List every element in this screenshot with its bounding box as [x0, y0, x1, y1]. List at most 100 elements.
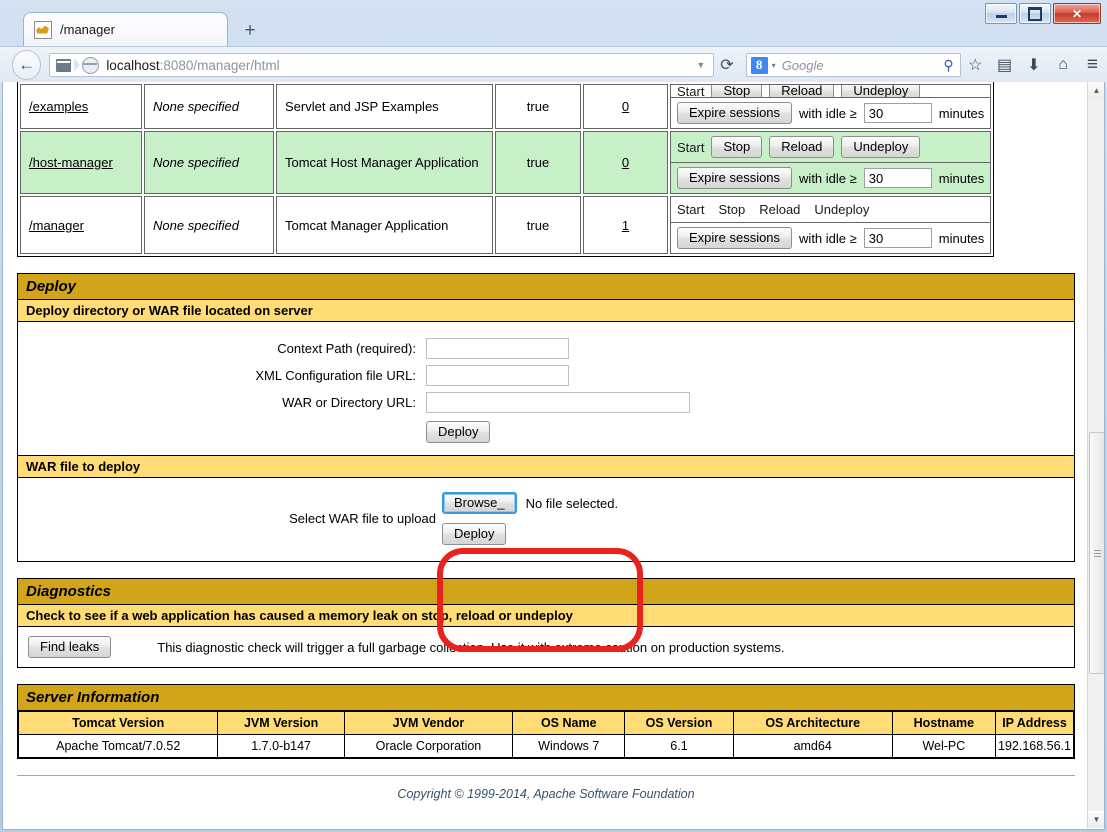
scroll-down-arrow-icon[interactable]: ▼	[1088, 811, 1104, 828]
idle-minutes-input[interactable]	[863, 168, 932, 188]
app-display-name-text: Tomcat Host Manager Application	[285, 155, 479, 170]
idle-minutes-input[interactable]	[863, 103, 932, 123]
expire-sessions-button[interactable]: Expire sessions	[677, 167, 793, 189]
bookmark-star-icon[interactable]: ☆	[961, 55, 990, 75]
app-sessions-cell: 0	[583, 131, 668, 194]
deploy-war-button[interactable]: Deploy	[442, 523, 507, 545]
undeploy-button[interactable]: Undeploy	[841, 136, 921, 158]
find-leaks-button[interactable]: Find leaks	[28, 636, 112, 658]
diagnostics-panel: Diagnostics Check to see if a web applic…	[17, 578, 1075, 668]
reload-button[interactable]: Reload	[769, 136, 835, 158]
td-os-architecture: amd64	[732, 734, 893, 758]
downloads-icon[interactable]: ⬇	[1019, 55, 1048, 75]
app-sessions-link[interactable]: 1	[622, 218, 629, 233]
breadcrumb-separator-icon	[74, 58, 81, 72]
app-sessions-link[interactable]: 0	[622, 99, 629, 114]
app-sessions-link[interactable]: 0	[622, 155, 629, 170]
deploy-war-subtitle: WAR file to deploy	[18, 455, 1074, 478]
table-row: /examples None specified Servlet and JSP…	[20, 84, 992, 129]
menu-icon[interactable]: ≡	[1078, 54, 1107, 76]
table-row: /host-manager None specified Tomcat Host…	[20, 131, 992, 194]
deploy-server-button[interactable]: Deploy	[426, 421, 491, 443]
app-version-text: None specified	[153, 99, 239, 114]
page-footer: Copyright © 1999-2014, Apache Software F…	[17, 775, 1075, 801]
chevron-down-icon[interactable]: ▾	[772, 61, 776, 70]
app-running-text: true	[526, 217, 550, 233]
url-path: :8080/manager/html	[159, 57, 280, 73]
search-bar[interactable]: 8 ▾ Google ⚲	[745, 53, 961, 77]
diagnostics-panel-title: Diagnostics	[18, 579, 1074, 605]
app-sessions-cell: 0	[583, 84, 668, 129]
idle-minutes-input[interactable]	[863, 228, 932, 248]
applications-table: /examples None specified Servlet and JSP…	[17, 82, 995, 257]
app-path-link[interactable]: /manager	[29, 218, 84, 233]
app-path-link[interactable]: /host-manager	[29, 155, 113, 170]
app-expire-row: Expire sessions with idle ≥ minutes	[671, 223, 990, 253]
app-version-cell: None specified	[144, 84, 274, 129]
app-version-text: None specified	[153, 217, 239, 233]
search-icon[interactable]: ⚲	[943, 57, 953, 74]
stop-command-label: Stop	[718, 202, 746, 217]
scroll-up-arrow-icon[interactable]: ▲	[1088, 82, 1104, 99]
deploy-panel-title: Deploy	[18, 274, 1074, 300]
td-jvm-vendor: Oracle Corporation	[343, 734, 514, 758]
tab-title: /manager	[60, 22, 115, 37]
reload-command-label: Reload	[759, 202, 801, 217]
url-host: localhost	[106, 57, 160, 73]
app-running-text: true	[526, 155, 550, 170]
deploy-server-button-row: Deploy	[18, 421, 1074, 443]
idle-prefix-label: with idle ≥	[799, 105, 857, 121]
war-url-input[interactable]	[426, 392, 690, 413]
back-button[interactable]: ←	[12, 50, 42, 80]
app-running-cell: true	[495, 84, 581, 129]
app-version-text: None specified	[153, 155, 239, 170]
reload-icon[interactable]: ⟳	[714, 55, 739, 75]
reading-list-icon[interactable]: ▤	[990, 55, 1019, 75]
app-path-cell: /examples	[20, 84, 142, 129]
stop-button[interactable]: Stop	[711, 136, 763, 158]
xml-config-input[interactable]	[426, 365, 569, 386]
address-bar[interactable]: localhost:8080/manager/html ▼	[49, 53, 715, 77]
context-path-row: Context Path (required):	[18, 338, 1074, 359]
app-running-cell: true	[495, 131, 581, 194]
idle-suffix-label: minutes	[938, 170, 985, 186]
app-expire-row: Expire sessions with idle ≥ minutes	[671, 98, 990, 128]
idle-suffix-label: minutes	[938, 230, 985, 246]
app-display-name-cell: Tomcat Host Manager Application	[276, 131, 493, 194]
app-sessions-cell: 1	[583, 196, 668, 254]
undeploy-command-label: Undeploy	[814, 202, 870, 217]
search-input[interactable]: Google	[782, 58, 824, 73]
stop-button[interactable]: Stop	[711, 85, 763, 97]
deploy-panel: Deploy Deploy directory or WAR file loca…	[17, 273, 1075, 562]
server-information-title: Server Information	[18, 685, 1074, 711]
scrollbar-thumb[interactable]	[1089, 432, 1104, 674]
table-row: /manager None specified Tomcat Manager A…	[20, 196, 992, 254]
browse-button[interactable]: Browse_	[442, 492, 517, 514]
td-ip-address: 192.168.56.1	[995, 734, 1074, 758]
google-logo-icon: 8	[750, 56, 768, 74]
context-path-input[interactable]	[426, 338, 569, 359]
undeploy-button[interactable]: Undeploy	[841, 85, 921, 97]
reload-button[interactable]: Reload	[769, 85, 835, 97]
vertical-scrollbar[interactable]: ▲ ▼	[1087, 82, 1104, 828]
expire-sessions-button[interactable]: Expire sessions	[677, 102, 793, 124]
site-identity-icon[interactable]	[56, 58, 72, 72]
chevron-down-icon[interactable]: ▼	[696, 60, 705, 70]
server-information-panel: Server Information Tomcat Version JVM Ve…	[17, 684, 1075, 759]
home-icon[interactable]: ⌂	[1048, 56, 1077, 74]
new-tab-button[interactable]: +	[236, 18, 264, 44]
app-path-link[interactable]: /examples	[29, 99, 88, 114]
tab-manager[interactable]: /manager	[23, 12, 228, 46]
page-viewport: /examples None specified Servlet and JSP…	[2, 82, 1105, 830]
app-display-name-cell: Tomcat Manager Application	[276, 196, 493, 254]
war-url-label: WAR or Directory URL:	[282, 395, 416, 410]
file-picker-row: Browse_ No file selected.	[442, 492, 618, 514]
globe-icon	[81, 56, 100, 74]
app-version-cell: None specified	[144, 131, 274, 194]
app-command-buttons: Start Stop Reload Undeploy	[671, 85, 991, 98]
app-display-name-text: Servlet and JSP Examples	[285, 99, 439, 114]
th-jvm-version: JVM Version	[217, 711, 345, 735]
start-command-label: Start	[677, 202, 705, 217]
idle-suffix-label: minutes	[938, 105, 985, 121]
expire-sessions-button[interactable]: Expire sessions	[677, 227, 793, 249]
